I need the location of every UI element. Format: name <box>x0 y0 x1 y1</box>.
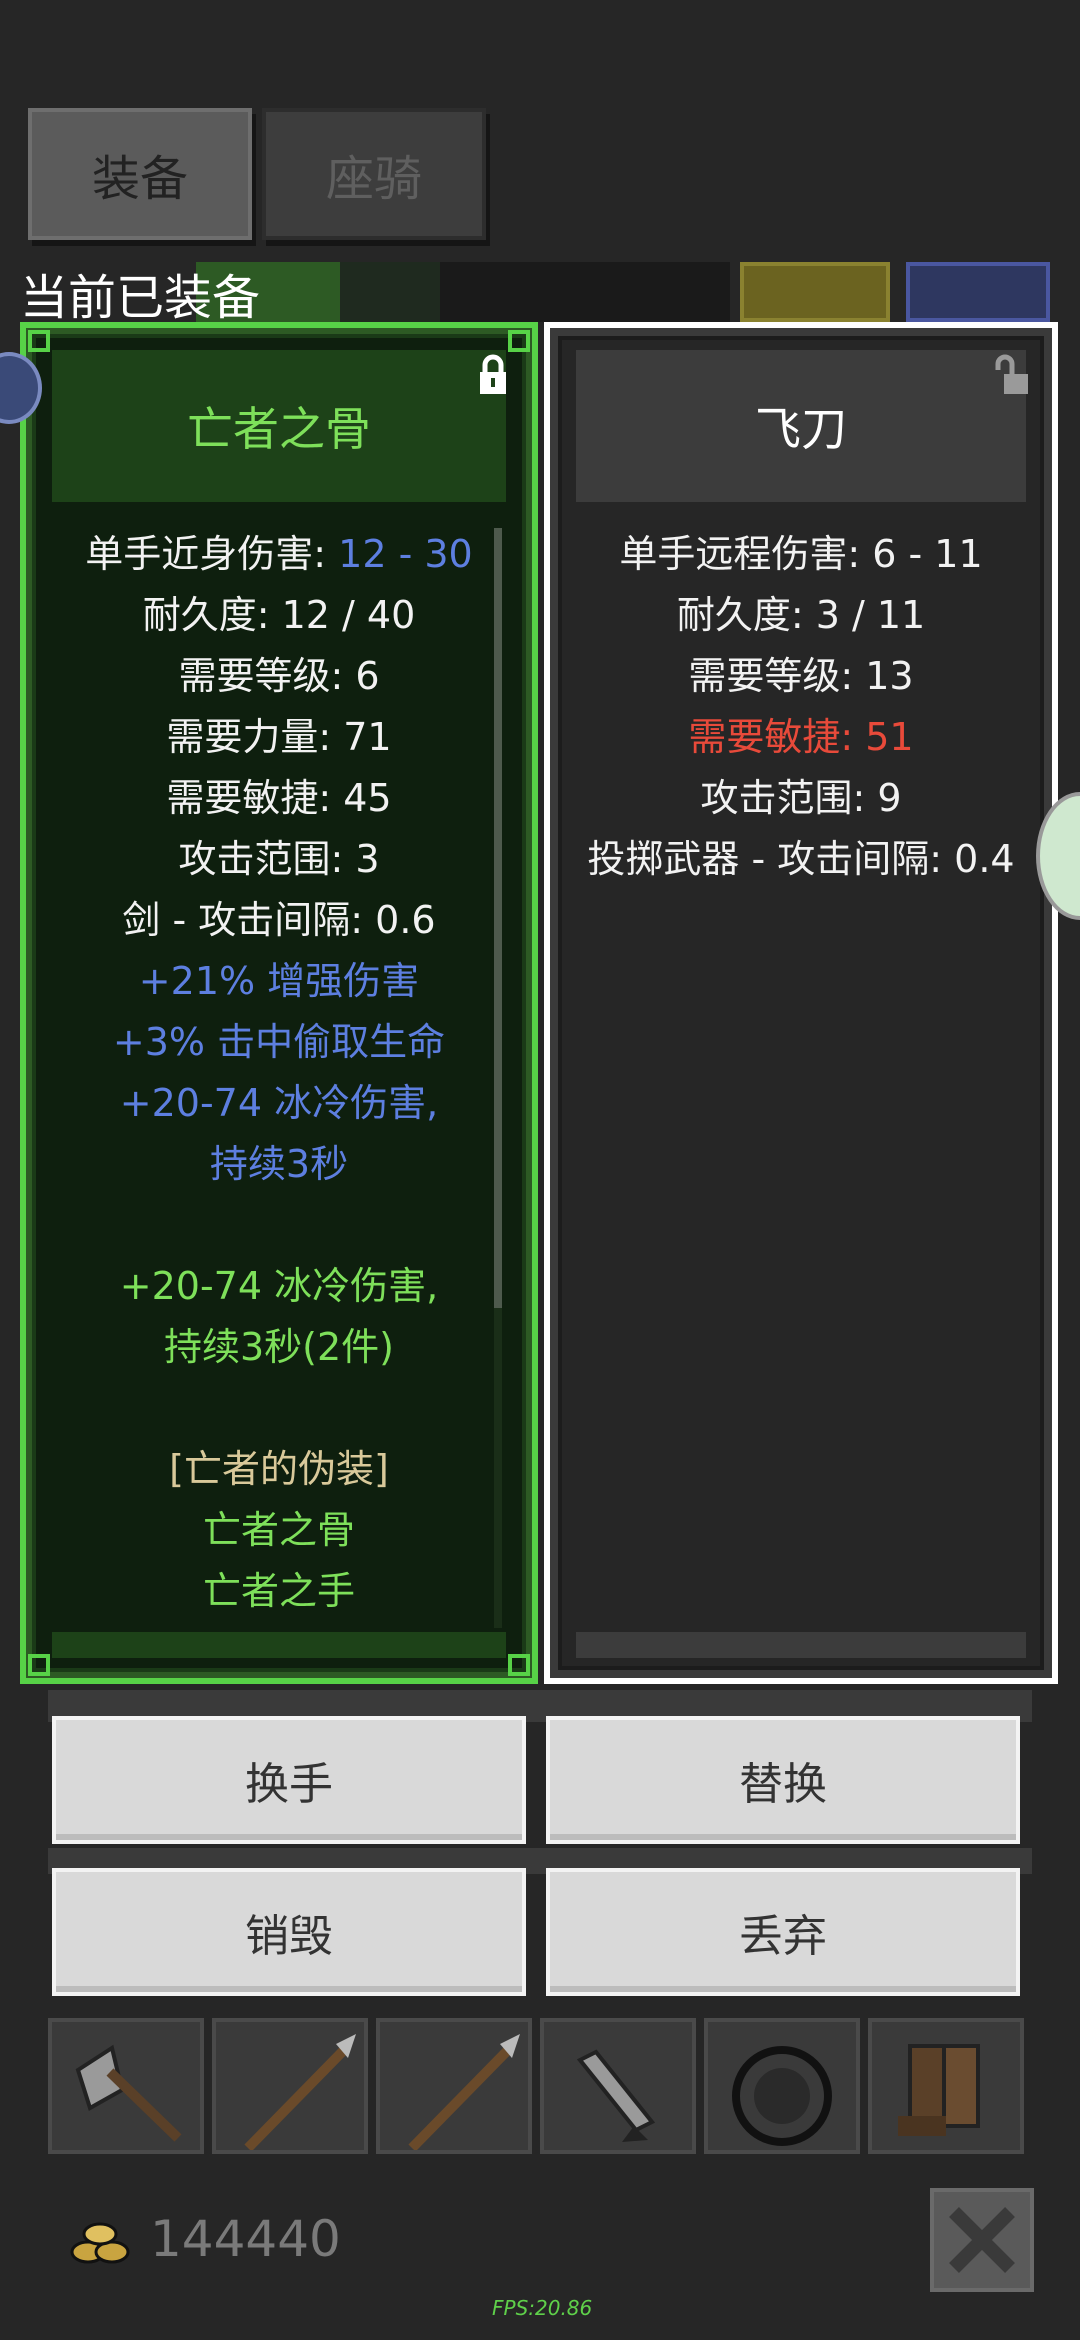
compare-item-card[interactable]: 飞刀 单手远程伤害: 6 - 11 耐久度: 3 / 11 需要等级: 13 需要敏捷… <box>544 322 1058 1684</box>
stat-line: 耐久度: 3 / 11 <box>560 585 1042 646</box>
knife-icon[interactable] <box>540 2018 696 2154</box>
fps-counter: FPS:20.86 <box>492 2296 593 2320</box>
stat-text: 亡者之骨 <box>202 1508 355 1552</box>
stat-text: +20-74 冰冷伤害, <box>119 1081 439 1125</box>
stat-text: 攻击范围: 9 <box>700 776 902 820</box>
close-button[interactable] <box>930 2188 1034 2292</box>
stat-text: 需要敏捷: 51 <box>688 715 914 759</box>
stat-line: 持续3秒(2件) <box>36 1317 522 1378</box>
stat-line: 单手近身伤害: 12 - 30 <box>36 524 522 585</box>
stat-line: +3% 击中偷取生命 <box>36 1012 522 1073</box>
compare-item-name: 飞刀 <box>576 350 1026 502</box>
inventory-row <box>48 2018 1024 2154</box>
unlock-icon[interactable] <box>994 354 1032 396</box>
tab-mount[interactable]: 座骑 <box>262 108 486 240</box>
gold-coins-icon <box>70 2222 130 2264</box>
stat-line: 需要敏捷: 45 <box>36 768 522 829</box>
stat-line: 耐久度: 12 / 40 <box>36 585 522 646</box>
spear-icon[interactable] <box>376 2018 532 2154</box>
stat-text: 单手近身伤害: <box>85 532 339 576</box>
stat-line: 攻击范围: 3 <box>36 829 522 890</box>
stat-text: 投掷武器 - 攻击间隔: 0.4 <box>587 837 1015 881</box>
lock-icon[interactable] <box>474 354 512 396</box>
stat-line: 剑 - 攻击间隔: 0.6 <box>36 890 522 951</box>
stat-text: 耐久度: 12 / 40 <box>142 593 416 637</box>
shield-icon[interactable] <box>704 2018 860 2154</box>
stat-line: [亡者的伪装] <box>36 1439 522 1500</box>
stat-text: 单手远程伤害: 6 - 11 <box>619 532 983 576</box>
equipped-item-card[interactable]: 亡者之骨 单手近身伤害: 12 - 30 耐久度: 12 / 40 需要等级: 6 需… <box>20 322 538 1684</box>
stat-line: +20-74 冰冷伤害, <box>36 1073 522 1134</box>
stat-line: 投掷武器 - 攻击间隔: 0.4 <box>560 829 1042 890</box>
tab-equipment[interactable]: 装备 <box>28 108 252 240</box>
stat-text: 持续3秒 <box>209 1142 349 1186</box>
stat-line <box>36 1195 522 1256</box>
stat-text: +20-74 冰冷伤害, <box>119 1264 439 1308</box>
stat-text: [亡者的伪装] <box>169 1447 389 1491</box>
stat-text: 12 - 30 <box>338 532 473 576</box>
stat-text: +3% 击中偷取生命 <box>112 1020 446 1064</box>
stat-text: 需要敏捷: 45 <box>166 776 392 820</box>
stat-line: +20-74 冰冷伤害, <box>36 1256 522 1317</box>
equipped-item-stats: 单手近身伤害: 12 - 30 耐久度: 12 / 40 需要等级: 6 需要力量: … <box>36 524 522 1622</box>
spear-icon[interactable] <box>212 2018 368 2154</box>
stat-line: 单手远程伤害: 6 - 11 <box>560 524 1042 585</box>
swap-hand-button[interactable]: 换手 <box>52 1716 526 1844</box>
stat-text: 需要等级: 6 <box>178 654 380 698</box>
equipped-item-name: 亡者之骨 <box>52 350 506 502</box>
stat-line: 需要等级: 13 <box>560 646 1042 707</box>
stat-text: 剑 - 攻击间隔: 0.6 <box>122 898 436 942</box>
compare-item-stats: 单手远程伤害: 6 - 11 耐久度: 3 / 11 需要等级: 13 需要敏捷: 5… <box>560 524 1042 890</box>
gold-amount: 144440 <box>150 2210 341 2268</box>
stat-line: 亡者之骨 <box>36 1500 522 1561</box>
equipped-label: 当前已装备 <box>20 270 261 326</box>
stat-text: 耐久度: 3 / 11 <box>676 593 926 637</box>
stats-scrollbar[interactable] <box>494 528 502 1628</box>
stat-text: 亡者之手 <box>202 1569 355 1613</box>
stat-line: +21% 增强伤害 <box>36 951 522 1012</box>
stat-line: 需要力量: 71 <box>36 707 522 768</box>
stat-line <box>36 1378 522 1439</box>
stat-line: 需要等级: 6 <box>36 646 522 707</box>
destroy-button[interactable]: 销毁 <box>52 1868 526 1996</box>
stat-text: 持续3秒(2件) <box>163 1325 394 1369</box>
axe-icon[interactable] <box>48 2018 204 2154</box>
stat-text: 需要力量: 71 <box>166 715 392 759</box>
close-icon <box>949 2207 1015 2273</box>
stat-line: 持续3秒 <box>36 1134 522 1195</box>
boots-icon[interactable] <box>868 2018 1024 2154</box>
stat-text: +21% 增强伤害 <box>138 959 420 1003</box>
discard-button[interactable]: 丢弃 <box>546 1868 1020 1996</box>
stat-line: 需要敏捷: 51 <box>560 707 1042 768</box>
replace-button[interactable]: 替换 <box>546 1716 1020 1844</box>
stat-line: 亡者之手 <box>36 1561 522 1622</box>
stat-text: 需要等级: 13 <box>688 654 914 698</box>
stat-line: 攻击范围: 9 <box>560 768 1042 829</box>
stat-text: 攻击范围: 3 <box>178 837 380 881</box>
